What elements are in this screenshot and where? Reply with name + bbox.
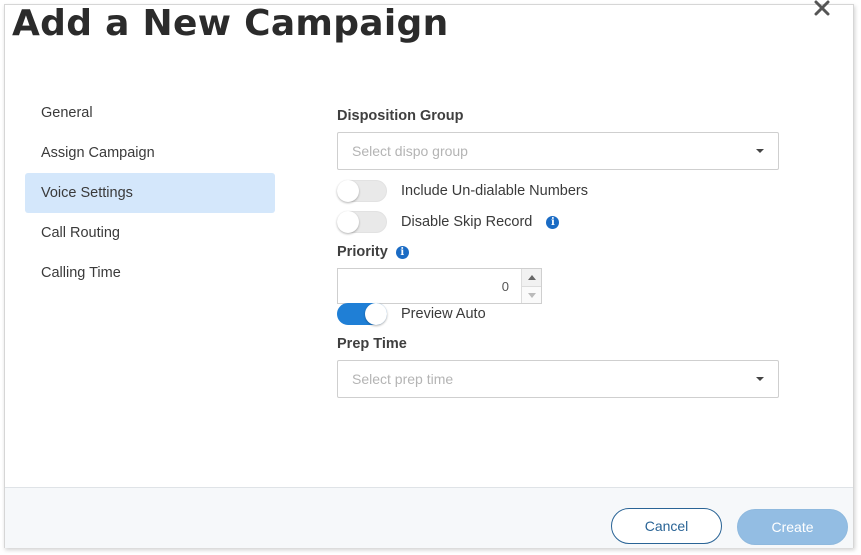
prep-time-placeholder: Select prep time [352, 371, 454, 387]
info-icon[interactable]: i [546, 215, 560, 229]
priority-stepper[interactable] [337, 268, 542, 304]
include-undialable-toggle[interactable] [337, 180, 387, 202]
dialog-title: Add a New Campaign [12, 3, 449, 44]
chevron-down-icon [756, 149, 764, 153]
sidebar-item-voice-settings[interactable]: Voice Settings [25, 173, 275, 213]
disable-skip-record-label: Disable Skip Record [401, 214, 533, 230]
sidebar-item-calling-time[interactable]: Calling Time [25, 253, 275, 293]
sidebar-item-call-routing[interactable]: Call Routing [25, 213, 275, 253]
disable-skip-record-row: Disable Skip Record i [337, 211, 560, 233]
dialog-footer: Cancel Create [5, 487, 853, 548]
prep-time-select[interactable]: Select prep time [337, 360, 779, 398]
decrement-arrow-icon[interactable] [522, 286, 541, 303]
disposition-group-label: Disposition Group [337, 108, 464, 124]
disposition-group-select[interactable]: Select dispo group [337, 132, 779, 170]
priority-spinner [521, 269, 541, 303]
add-campaign-dialog: Add a New Campaign General Assign Campai… [4, 0, 854, 548]
preview-auto-toggle[interactable] [337, 303, 387, 325]
include-undialable-row: Include Un-dialable Numbers [337, 180, 588, 202]
priority-label: Priority i [337, 244, 409, 260]
disposition-group-placeholder: Select dispo group [352, 143, 468, 159]
preview-auto-row: Preview Auto [337, 303, 486, 325]
cancel-button[interactable]: Cancel [611, 508, 722, 544]
info-icon[interactable]: i [395, 245, 409, 259]
create-button[interactable]: Create [737, 509, 848, 545]
sidebar-nav: General Assign Campaign Voice Settings C… [25, 93, 275, 293]
increment-arrow-icon[interactable] [522, 269, 541, 286]
chevron-down-icon [756, 377, 764, 381]
sidebar-item-general[interactable]: General [25, 93, 275, 133]
include-undialable-label: Include Un-dialable Numbers [401, 183, 588, 199]
sidebar-item-assign-campaign[interactable]: Assign Campaign [25, 133, 275, 173]
close-icon[interactable] [813, 0, 831, 17]
disable-skip-record-toggle[interactable] [337, 211, 387, 233]
priority-input[interactable] [338, 269, 521, 303]
preview-auto-label: Preview Auto [401, 306, 486, 322]
prep-time-label: Prep Time [337, 336, 407, 352]
